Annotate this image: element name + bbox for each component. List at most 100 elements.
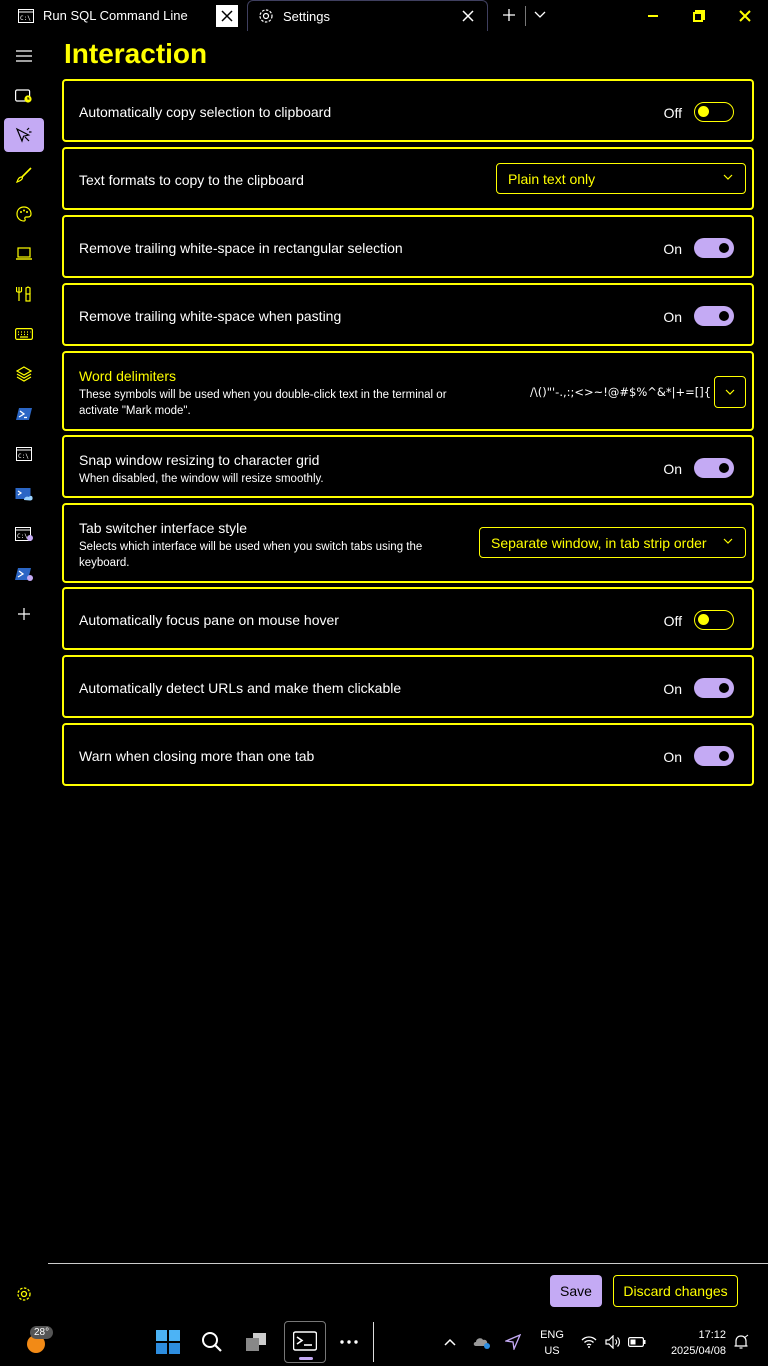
setting-description: When disabled, the window will resize sm… — [79, 473, 324, 485]
setting-label: Snap window resizing to character grid — [79, 452, 320, 468]
toggle-state-text: On — [663, 461, 682, 477]
restore-icon — [693, 9, 705, 22]
notification-bell-icon — [734, 1334, 749, 1349]
tab-title: Settings — [283, 8, 330, 24]
setting-label: Tab switcher interface style — [79, 520, 248, 536]
sidebar-item-powershell[interactable] — [4, 397, 44, 431]
start-button[interactable] — [148, 1318, 188, 1366]
copy-on-select-toggle[interactable] — [694, 102, 734, 122]
sidebar-item-command-prompt[interactable]: C:\ — [4, 437, 44, 471]
windows-logo-icon — [156, 1330, 180, 1354]
show-hidden-icons-button[interactable] — [438, 1318, 462, 1366]
word-delimiters-expand-button[interactable] — [714, 376, 746, 408]
keyboard-icon — [15, 328, 33, 340]
detect-urls-toggle[interactable] — [694, 678, 734, 698]
sidebar-item-appearance[interactable] — [4, 158, 44, 192]
setting-label: Automatically copy selection to clipboar… — [79, 104, 332, 120]
sidebar-item-cmd-profile[interactable]: C:\ — [4, 517, 44, 551]
setting-label: Automatically detect URLs and make them … — [79, 680, 402, 696]
close-window-button[interactable] — [722, 0, 768, 31]
chevron-down-icon — [723, 538, 733, 544]
setting-detect-urls: Automatically detect URLs and make them … — [62, 655, 754, 718]
task-view-button[interactable] — [236, 1318, 276, 1366]
powershell-icon — [15, 568, 33, 581]
plus-icon — [18, 608, 30, 620]
sidebar-item-actions[interactable] — [4, 277, 44, 311]
focus-follow-mouse-toggle[interactable] — [694, 610, 734, 630]
sidebar-item-azure-cloud-shell[interactable] — [4, 477, 44, 511]
close-icon — [462, 10, 474, 22]
sidebar-item-powershell-profile[interactable] — [4, 557, 44, 591]
close-tab-button[interactable] — [216, 4, 238, 27]
sidebar-item-interaction[interactable] — [4, 118, 44, 152]
task-view-icon — [246, 1333, 266, 1351]
setting-trim-paste: Remove trailing white-space when pasting… — [62, 283, 754, 346]
setting-description: These symbols will be used when you doub… — [79, 389, 447, 417]
wifi-icon — [581, 1336, 597, 1348]
location-tray[interactable] — [501, 1318, 525, 1366]
taskbar: 28° ENG US 17:12 2025/04/08 — [0, 1318, 768, 1366]
wifi-tray[interactable] — [578, 1318, 600, 1366]
toggle-state-text: On — [663, 309, 682, 325]
trim-block-toggle[interactable] — [694, 238, 734, 258]
word-delimiters-input[interactable]: /\()"'-.,:;<>~!@#$%^&*|+=[]{}~?│ — [530, 385, 710, 399]
volume-tray[interactable] — [602, 1318, 624, 1366]
discard-changes-button[interactable]: Discard changes — [613, 1275, 738, 1307]
tab-dropdown-button[interactable] — [531, 4, 549, 26]
sidebar-item-defaults[interactable] — [4, 357, 44, 391]
sidebar-item-rendering[interactable] — [4, 237, 44, 271]
svg-text:C:\: C:\ — [17, 533, 28, 540]
layers-icon — [16, 366, 32, 382]
toggle-knob — [719, 683, 729, 693]
setting-word-delimiters: Word delimiters These symbols will be us… — [62, 351, 754, 431]
tab-run-sql-command-line[interactable]: C:\ Run SQL Command Line — [0, 0, 246, 31]
close-tab-button[interactable] — [457, 5, 479, 27]
toggle-state-text: On — [663, 681, 682, 697]
gear-icon — [17, 1287, 31, 1301]
toggle-state-text: Off — [663, 105, 682, 121]
sidebar-item-keyboard[interactable] — [4, 317, 44, 351]
input-language[interactable]: ENG US — [534, 1327, 570, 1359]
chevron-down-icon — [534, 11, 546, 18]
minimize-button[interactable] — [630, 0, 676, 31]
toggle-state-text: Off — [663, 613, 682, 629]
battery-tray[interactable] — [626, 1318, 648, 1366]
search-button[interactable] — [192, 1318, 232, 1366]
new-tab-button[interactable] — [497, 4, 521, 26]
confirm-close-toggle[interactable] — [694, 746, 734, 766]
toggle-knob — [719, 751, 729, 761]
restore-button[interactable] — [676, 0, 722, 31]
palette-icon — [16, 206, 32, 222]
toggle-state-text: On — [663, 749, 682, 765]
gear-icon — [258, 8, 274, 24]
svg-text:C:\: C:\ — [18, 453, 29, 460]
lang-line1: ENG — [540, 1329, 564, 1341]
setting-copy-formats: Text formats to copy to the clipboard Pl… — [62, 147, 754, 210]
tab-settings[interactable]: Settings — [247, 0, 488, 31]
dropdown-value: Plain text only — [508, 170, 596, 187]
sidebar-item-color-schemes[interactable] — [4, 197, 44, 231]
sidebar-item-startup[interactable] — [4, 79, 44, 113]
title-bar: C:\ Run SQL Command Line Settings — [0, 0, 768, 31]
setting-focus-follow-mouse: Automatically focus pane on mouse hover … — [62, 587, 754, 650]
running-indicator — [299, 1357, 313, 1360]
system-clock[interactable]: 17:12 2025/04/08 — [656, 1327, 726, 1359]
notifications-button[interactable] — [730, 1318, 752, 1366]
tab-separator — [525, 6, 526, 26]
laptop-icon — [16, 247, 32, 260]
taskbar-terminal-app[interactable] — [284, 1321, 326, 1363]
setting-label: Warn when closing more than one tab — [79, 748, 315, 764]
add-profile-button[interactable] — [4, 597, 44, 631]
tab-switcher-dropdown[interactable]: Separate window, in tab strip order — [479, 527, 746, 558]
sidebar-item-settings[interactable] — [4, 1277, 44, 1311]
trim-paste-toggle[interactable] — [694, 306, 734, 326]
toggle-knob — [698, 614, 709, 625]
onedrive-tray[interactable] — [470, 1318, 494, 1366]
copy-formats-dropdown[interactable]: Plain text only — [496, 163, 746, 194]
taskbar-more-button[interactable] — [330, 1318, 368, 1366]
hamburger-menu-button[interactable] — [4, 39, 44, 73]
snap-resize-toggle[interactable] — [694, 458, 734, 478]
save-button[interactable]: Save — [550, 1275, 602, 1307]
minimize-icon — [648, 14, 658, 17]
startup-icon — [15, 89, 32, 103]
